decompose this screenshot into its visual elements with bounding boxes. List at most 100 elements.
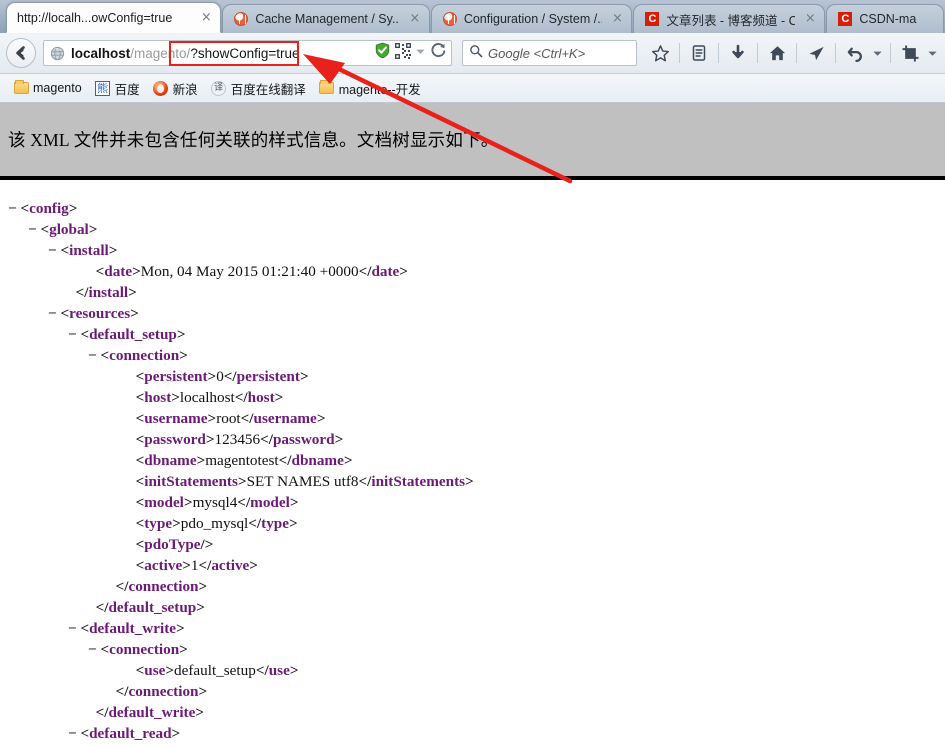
xml-tag-name: dbname bbox=[291, 452, 344, 469]
tab-close-icon[interactable]: × bbox=[199, 11, 213, 25]
xml-indent-spacer bbox=[128, 494, 136, 511]
back-button[interactable] bbox=[6, 38, 36, 68]
xml-indent-spacer bbox=[68, 284, 76, 301]
xml-bracket: < bbox=[135, 410, 145, 427]
xml-collapse-toggle[interactable]: − bbox=[68, 326, 80, 343]
browser-tab[interactable]: http://localh...owConfig=true × bbox=[6, 2, 222, 33]
xml-tag-name: username bbox=[144, 410, 208, 427]
shield-check-icon[interactable] bbox=[374, 42, 391, 64]
xml-tag-name: password bbox=[272, 431, 335, 448]
browser-tab[interactable]: C CSDN-ma bbox=[826, 4, 944, 33]
xml-tag-name: date bbox=[371, 263, 400, 280]
chevron-down-icon[interactable] bbox=[870, 39, 884, 67]
xml-bracket: </ bbox=[358, 263, 372, 280]
bookmark-item[interactable]: 译百度在线翻译 bbox=[206, 77, 311, 100]
xml-collapse-toggle[interactable]: − bbox=[68, 620, 80, 637]
navigation-toolbar: localhost/magento/?showConfig=true Googl… bbox=[0, 33, 945, 74]
xml-collapse-toggle[interactable]: − bbox=[88, 641, 100, 658]
crop-capture-icon[interactable] bbox=[897, 39, 923, 67]
xml-bracket: > bbox=[128, 284, 137, 301]
xml-line: <use>default_setup</use> bbox=[0, 660, 945, 681]
reader-list-icon[interactable] bbox=[686, 39, 712, 67]
chevron-down-icon[interactable] bbox=[925, 39, 939, 67]
search-icon bbox=[469, 44, 483, 63]
undo-icon[interactable] bbox=[842, 39, 868, 67]
url-host: localhost bbox=[71, 45, 131, 61]
xml-bracket: </ bbox=[278, 452, 292, 469]
xml-bracket: > bbox=[288, 515, 298, 532]
paper-plane-icon[interactable] bbox=[803, 39, 829, 67]
url-query: ?showConfig=true bbox=[190, 45, 300, 61]
xml-bracket: </ bbox=[240, 410, 254, 427]
browser-tab[interactable]: Cache Management / Sy... × bbox=[222, 4, 430, 33]
xml-indent-spacer bbox=[108, 578, 116, 595]
xml-tag-name: install bbox=[88, 284, 129, 301]
bookmark-item[interactable]: 熊百度 bbox=[90, 77, 145, 100]
xml-text-value: 0 bbox=[216, 368, 224, 385]
bookmarks-bar: magento 熊百度 新浪译百度在线翻译 magento--开发 bbox=[0, 74, 945, 103]
address-bar[interactable]: localhost/magento/?showConfig=true bbox=[43, 40, 452, 66]
xml-bracket: > bbox=[299, 368, 309, 385]
xml-collapse-toggle[interactable]: − bbox=[88, 347, 100, 364]
bookmark-item[interactable]: magento bbox=[8, 78, 87, 98]
toolbar-separator bbox=[718, 43, 719, 63]
folder-icon bbox=[319, 80, 335, 96]
xml-collapse-toggle[interactable]: − bbox=[8, 200, 20, 217]
xml-bracket: </ bbox=[260, 431, 273, 448]
xml-text-value: pdo_mysql bbox=[180, 515, 249, 532]
xml-tag-name: use bbox=[144, 662, 166, 679]
xml-line: − <resources> bbox=[0, 303, 945, 324]
xml-collapse-toggle[interactable]: − bbox=[48, 242, 60, 259]
xml-bracket: > bbox=[195, 704, 205, 721]
xml-tag-name: default_write bbox=[108, 704, 196, 721]
bookmark-item[interactable]: 新浪 bbox=[148, 77, 203, 100]
xml-bracket: < bbox=[40, 221, 50, 238]
tab-close-icon[interactable]: × bbox=[610, 12, 624, 26]
tab-title: 文章列表 - 博客频道 - CS... bbox=[666, 13, 795, 28]
xml-tag-name: model bbox=[144, 494, 184, 511]
tab-close-icon[interactable]: × bbox=[408, 12, 422, 26]
xml-indent-spacer bbox=[128, 452, 136, 469]
xml-tag-name: username bbox=[253, 410, 317, 427]
browser-tab[interactable]: Configuration / System /... × bbox=[430, 4, 633, 33]
xml-tag-name: config bbox=[29, 200, 69, 217]
xml-tag-name: default_read bbox=[89, 725, 172, 742]
browser-tab[interactable]: C 文章列表 - 博客频道 - CS... × bbox=[633, 4, 826, 33]
xml-tag-name: connection bbox=[128, 683, 199, 700]
home-icon[interactable] bbox=[764, 39, 790, 67]
magento-icon bbox=[442, 11, 458, 27]
download-icon[interactable] bbox=[725, 39, 751, 67]
xml-bracket: > bbox=[165, 662, 175, 679]
xml-text-value: localhost bbox=[179, 389, 235, 406]
bookmark-item[interactable]: magento--开发 bbox=[314, 77, 426, 100]
xml-collapse-toggle[interactable]: − bbox=[68, 725, 80, 742]
xml-indent-spacer bbox=[88, 704, 96, 721]
xml-line: − <config> bbox=[0, 198, 945, 219]
search-box[interactable]: Google <Ctrl+K> bbox=[462, 40, 637, 66]
xml-stylesheet-notice: 该 XML 文件并未包含任何关联的样式信息。文档树显示如下。 bbox=[0, 103, 945, 180]
xml-bracket: > bbox=[465, 473, 474, 490]
tab-close-icon[interactable]: × bbox=[803, 12, 817, 26]
reload-icon[interactable] bbox=[430, 42, 447, 64]
tab-title: Cache Management / Sy... bbox=[255, 12, 400, 26]
xml-text-value: root bbox=[216, 410, 241, 427]
xml-tag-name: global bbox=[49, 221, 89, 238]
qr-code-icon[interactable] bbox=[395, 42, 411, 64]
fanyi-icon: 译 bbox=[211, 80, 227, 96]
search-placeholder: Google <Ctrl+K> bbox=[488, 45, 586, 61]
chevron-down-icon[interactable] bbox=[415, 44, 426, 62]
xml-indent-spacer bbox=[88, 263, 96, 280]
xml-tag-name: date bbox=[104, 263, 133, 280]
xml-bracket: > bbox=[289, 662, 299, 679]
xml-line: <password>123456</password> bbox=[0, 429, 945, 450]
xml-collapse-toggle[interactable]: − bbox=[48, 305, 60, 322]
star-icon[interactable] bbox=[647, 39, 673, 67]
xml-bracket: </ bbox=[75, 284, 89, 301]
url-text: localhost/magento/?showConfig=true bbox=[71, 46, 374, 61]
magento-icon bbox=[233, 11, 249, 27]
xml-collapse-toggle[interactable]: − bbox=[28, 221, 40, 238]
xml-bracket: </ bbox=[115, 683, 129, 700]
xml-tag-name: host bbox=[144, 389, 172, 406]
xml-indent-spacer bbox=[128, 515, 136, 532]
xml-bracket: > bbox=[179, 347, 188, 364]
